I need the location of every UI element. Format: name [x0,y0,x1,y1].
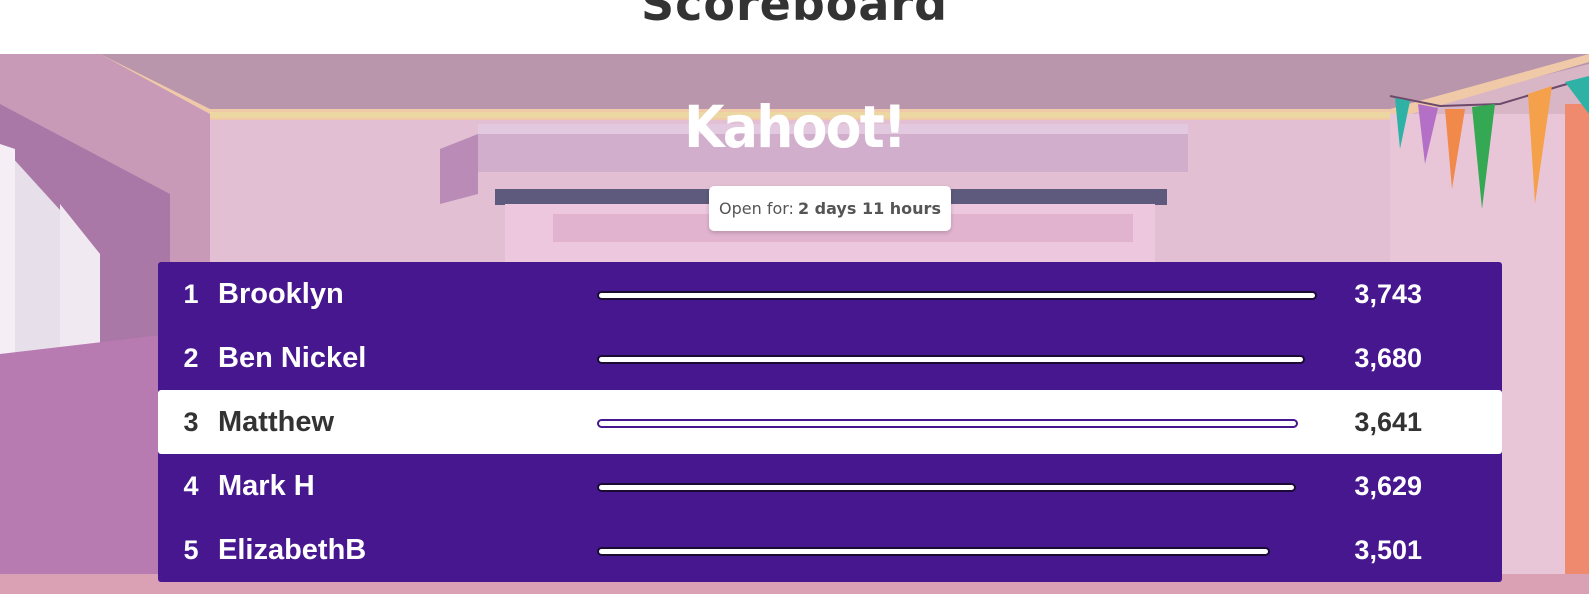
leaderboard-row: 5 ElizabethB 3,501 [158,518,1502,582]
page-title: Scoreboard [640,0,949,31]
player-name: Mark H [218,469,315,502]
rank-number: 2 [183,342,199,373]
rank-number: 5 [183,534,199,565]
player-score: 3,641 [1354,406,1422,437]
score-bar [597,419,1298,428]
leaderboard-row: 1 Brooklyn 3,743 [158,262,1502,326]
open-for-badge: Open for: 2 days 11 hours [709,186,951,231]
player-score: 3,680 [1354,342,1422,373]
player-name: Brooklyn [218,277,344,310]
score-bar [597,547,1270,556]
rank-number: 3 [183,406,199,437]
kahoot-logo: Kahoot! [684,93,907,161]
score-bar [597,291,1317,300]
rank-number: 4 [183,470,199,501]
player-name: ElizabethB [218,533,367,566]
rank-number: 1 [183,278,199,309]
open-for-label: Open for: [719,199,794,218]
score-bar [597,355,1305,364]
player-name: Ben Nickel [218,341,367,374]
player-score: 3,501 [1354,534,1422,565]
leaderboard-row-highlighted: 3 Matthew 3,641 [158,390,1502,454]
player-score: 3,743 [1354,278,1422,309]
score-bar [597,483,1296,492]
player-name: Matthew [218,405,334,438]
open-for-value: 2 days 11 hours [797,199,941,218]
page-header: Scoreboard [0,0,1589,55]
leaderboard-row: 4 Mark H 3,629 [158,454,1502,518]
player-score: 3,629 [1354,470,1422,501]
leaderboard: 1 Brooklyn 3,743 2 Ben Nickel 3,680 3 Ma… [158,262,1502,582]
leaderboard-row: 2 Ben Nickel 3,680 [158,326,1502,390]
